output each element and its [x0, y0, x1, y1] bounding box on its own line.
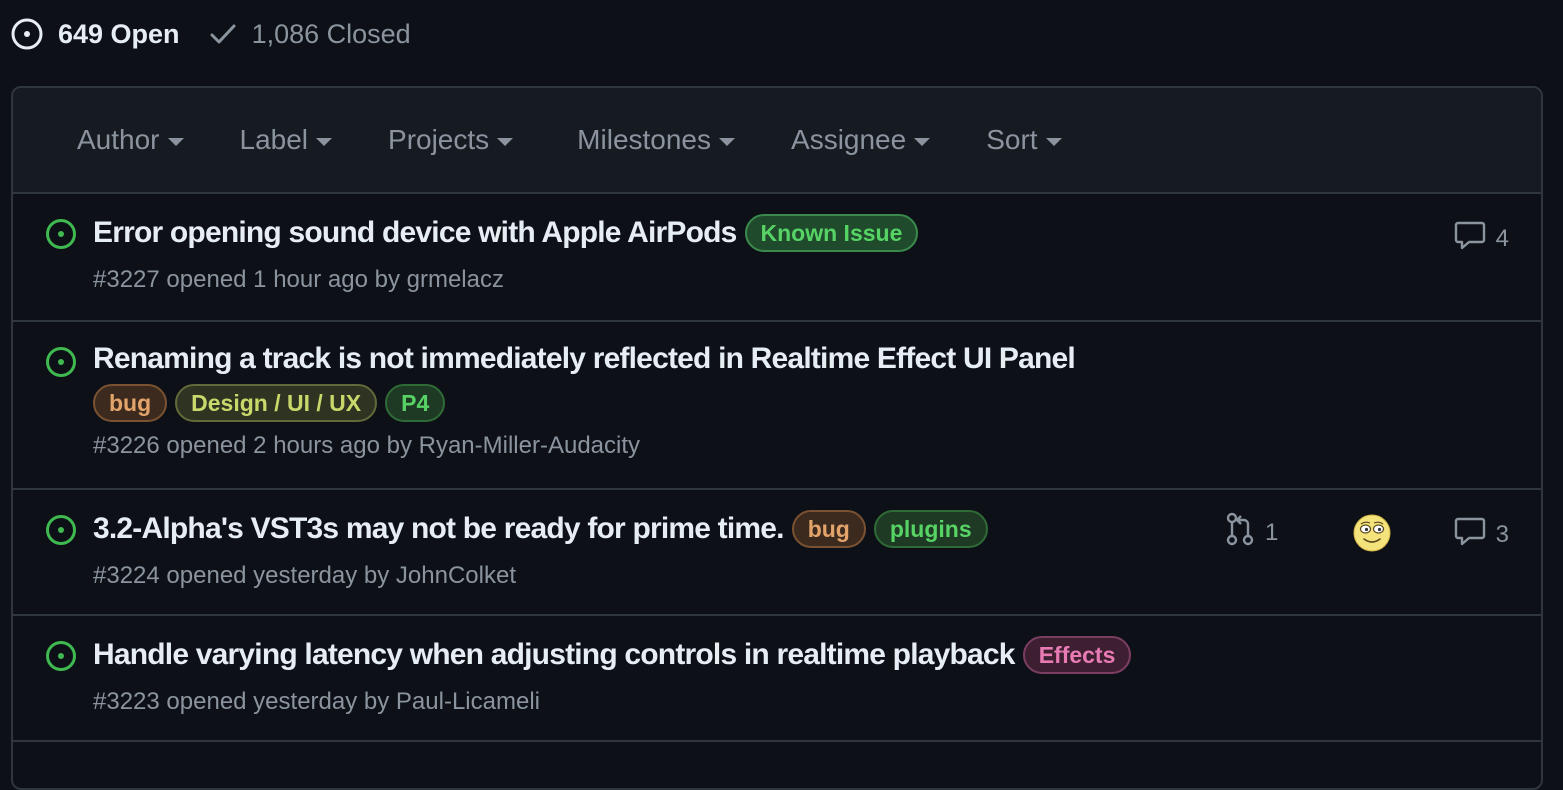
- caret-down-icon: [1045, 138, 1062, 146]
- caret-down-icon: [316, 138, 333, 146]
- comment-count: 3: [1495, 520, 1509, 548]
- comments-link[interactable]: 4: [1454, 220, 1509, 257]
- filter-bar: Author Label Projects Milestones Assigne…: [13, 88, 1541, 194]
- opened-text: opened 1 hour ago by: [166, 266, 400, 293]
- issue-number[interactable]: #3227: [93, 266, 160, 293]
- issue-row: Handle varying latency when adjusting co…: [13, 616, 1541, 742]
- opened-text: opened yesterday by: [166, 688, 390, 715]
- filter-label: Projects: [388, 124, 490, 155]
- issue-title-link[interactable]: Error opening sound device with Apple Ai…: [93, 216, 737, 250]
- issue-title-link[interactable]: Handle varying latency when adjusting co…: [93, 638, 1015, 672]
- projects-filter[interactable]: Projects: [388, 124, 514, 156]
- issue-label[interactable]: Effects: [1022, 636, 1132, 674]
- issue-number[interactable]: #3223: [93, 688, 160, 715]
- issue-title-link[interactable]: Renaming a track is not immediately refl…: [93, 342, 1076, 376]
- open-issues-count: 649 Open: [58, 18, 180, 49]
- issue-meta: #3227 opened 1 hour ago by grmelacz: [93, 266, 1541, 294]
- issue-row: Renaming a track is not immediately refl…: [13, 322, 1541, 490]
- issue-open-icon: [45, 640, 77, 677]
- comment-icon: [1454, 220, 1486, 257]
- author-link[interactable]: JohnColket: [396, 562, 516, 589]
- issue-number[interactable]: #3224: [93, 562, 160, 589]
- issue-meta: #3224 opened yesterday by JohnColket: [93, 562, 1541, 590]
- author-link[interactable]: grmelacz: [407, 266, 504, 293]
- author-link[interactable]: Paul-Licameli: [396, 688, 540, 715]
- issue-open-icon: [45, 346, 77, 383]
- filter-label: Label: [239, 124, 309, 155]
- comment-icon: [1454, 516, 1486, 553]
- filter-label: Milestones: [577, 124, 712, 155]
- issue-meta: #3223 opened yesterday by Paul-Licameli: [93, 688, 1541, 716]
- filter-label: Author: [77, 124, 160, 155]
- comments-link[interactable]: 3: [1454, 516, 1509, 553]
- issue-state-tabs: 649 Open 1,086 Closed: [10, 14, 411, 54]
- label-filter[interactable]: Label: [240, 124, 333, 156]
- check-icon: [208, 19, 238, 49]
- closed-issues-tab[interactable]: 1,086 Closed: [208, 19, 411, 50]
- milestones-filter[interactable]: Milestones: [577, 124, 736, 156]
- caret-down-icon: [719, 138, 736, 146]
- open-issues-tab[interactable]: 649 Open: [10, 17, 180, 51]
- issue-label[interactable]: bug: [93, 384, 168, 422]
- issue-label[interactable]: plugins: [873, 510, 988, 548]
- assignee-filter[interactable]: Assignee: [791, 124, 931, 156]
- issue-number[interactable]: #3226: [93, 432, 160, 459]
- closed-issues-count: 1,086 Closed: [251, 18, 411, 49]
- filter-label: Sort: [986, 124, 1038, 155]
- issue-row: 3.2-Alpha's VST3s may not be ready for p…: [13, 490, 1541, 616]
- issue-label[interactable]: Design / UI / UX: [175, 384, 378, 422]
- issue-label[interactable]: P4: [385, 384, 446, 422]
- author-filter[interactable]: Author: [77, 124, 184, 156]
- sort-filter[interactable]: Sort: [986, 124, 1062, 156]
- issue-meta: #3226 opened 2 hours ago by Ryan-Miller-…: [93, 432, 1541, 460]
- caret-down-icon: [914, 138, 931, 146]
- issue-open-icon: [45, 514, 77, 551]
- comment-count: 4: [1495, 224, 1509, 252]
- issue-label[interactable]: Known Issue: [744, 214, 919, 252]
- linked-pr-count: 1: [1265, 518, 1279, 546]
- assignee-avatar[interactable]: [1353, 514, 1391, 552]
- linked-pull-requests-link[interactable]: 1: [1225, 512, 1278, 553]
- issue-label[interactable]: bug: [791, 510, 866, 548]
- issue-title-link[interactable]: 3.2-Alpha's VST3s may not be ready for p…: [93, 512, 785, 546]
- git-pull-request-icon: [1225, 512, 1255, 553]
- issue-open-icon: [10, 17, 44, 51]
- issue-row: Error opening sound device with Apple Ai…: [13, 194, 1541, 322]
- smiley-face-icon: [1353, 514, 1391, 552]
- opened-text: opened yesterday by: [166, 562, 390, 589]
- issue-open-icon: [45, 218, 77, 255]
- opened-text: opened 2 hours ago by: [166, 432, 412, 459]
- caret-down-icon: [497, 138, 514, 146]
- caret-down-icon: [167, 138, 184, 146]
- filter-label: Assignee: [791, 124, 907, 155]
- issues-list-box: Author Label Projects Milestones Assigne…: [11, 86, 1543, 790]
- author-link[interactable]: Ryan-Miller-Audacity: [419, 432, 640, 459]
